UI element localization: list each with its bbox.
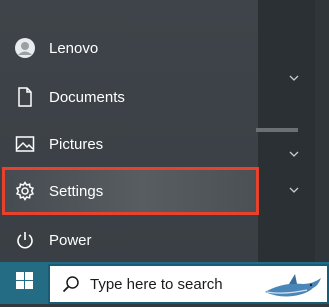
chevron-down-icon[interactable] [287, 148, 301, 160]
chevron-down-icon[interactable] [287, 184, 301, 196]
start-menu-item-label: Lenovo [49, 39, 99, 57]
start-menu-item-label: Settings [49, 182, 104, 200]
start-menu-item-pictures[interactable]: Pictures [0, 122, 258, 166]
start-menu: Lenovo Documents Pictures Settings Power [0, 0, 329, 262]
cortana-shark-icon[interactable] [263, 270, 323, 307]
start-menu-item-label: Pictures [49, 135, 104, 153]
power-icon [14, 229, 36, 251]
windows-logo-icon [15, 272, 33, 294]
start-button[interactable] [0, 262, 48, 304]
document-icon [14, 86, 36, 108]
start-menu-item-settings[interactable]: Settings [2, 167, 259, 215]
user-avatar-icon [14, 37, 36, 59]
start-menu-item-label: Documents [49, 88, 125, 106]
start-menu-item-power[interactable]: Power [0, 218, 258, 262]
taskbar-search-box[interactable]: Type here to search [48, 264, 329, 304]
start-menu-item-documents[interactable]: Documents [0, 75, 258, 119]
chevron-down-icon[interactable] [287, 72, 301, 84]
gear-icon [14, 180, 36, 202]
search-placeholder: Type here to search [90, 275, 223, 293]
start-menu-item-label: Power [49, 231, 92, 249]
scroll-area[interactable] [315, 0, 329, 262]
scrollbar-thumb[interactable] [256, 128, 298, 132]
picture-icon [14, 133, 36, 155]
search-icon [62, 275, 80, 293]
start-menu-item-user[interactable]: Lenovo [0, 26, 258, 70]
